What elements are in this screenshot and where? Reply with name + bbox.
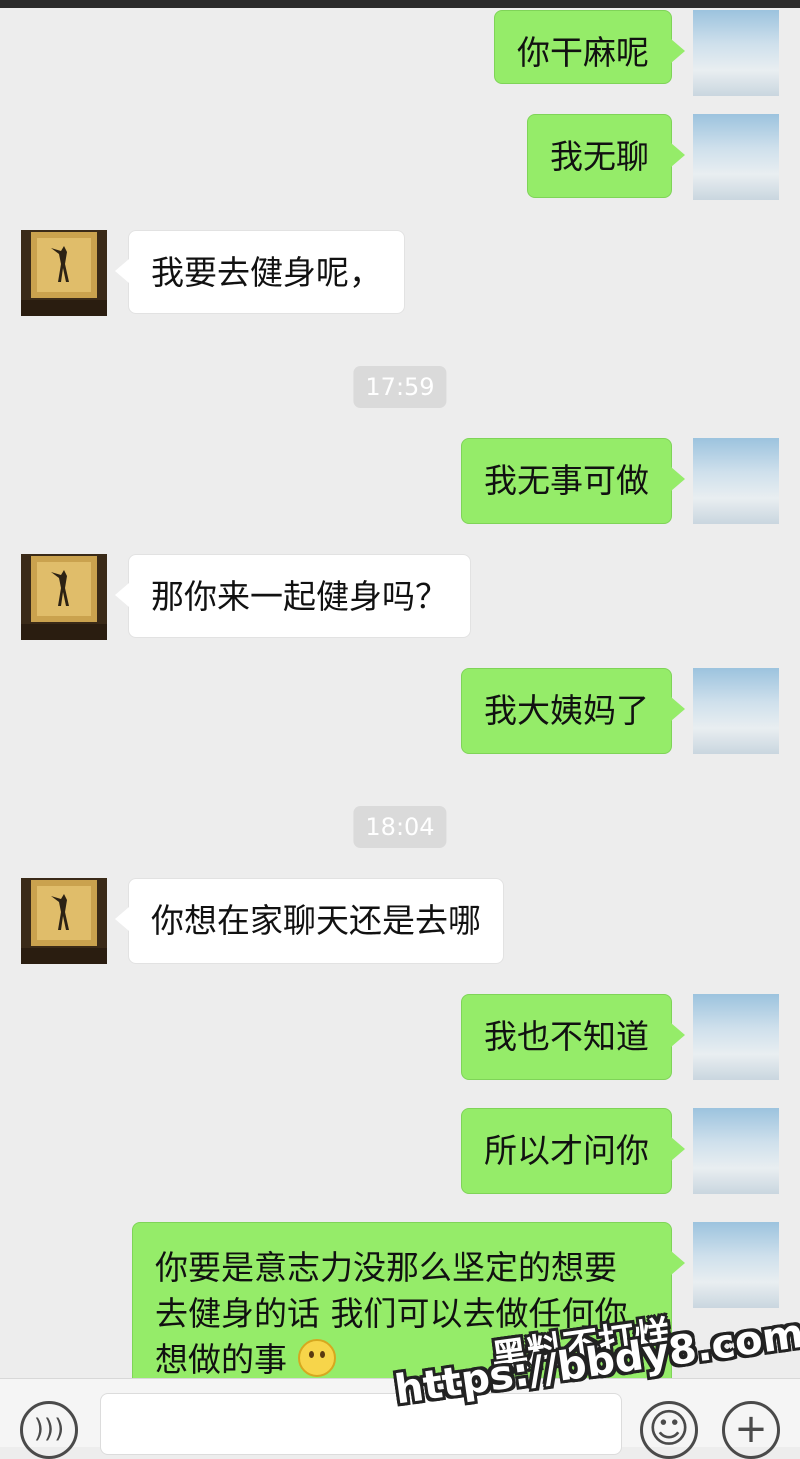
my-avatar[interactable] [693, 1108, 779, 1194]
my-message-bubble[interactable]: 我大姨妈了 [461, 668, 685, 754]
my-avatar[interactable] [693, 1222, 779, 1308]
plus-icon[interactable]: + [722, 1401, 780, 1459]
my-avatar[interactable] [693, 10, 779, 96]
contact-message-bubble[interactable]: 那你来一起健身吗？ [115, 554, 471, 638]
chat-area[interactable]: 你干麻呢 我无聊 我要去健身呢， 17:59 我无事可做 那你来一起健身吗？ 我… [0, 0, 800, 1378]
my-avatar[interactable] [693, 994, 779, 1080]
my-message-bubble[interactable]: 我无事可做 [461, 438, 685, 524]
my-message-bubble[interactable]: 所以才问你 [461, 1108, 685, 1194]
timestamp: 18:04 [353, 806, 447, 848]
contact-avatar[interactable] [21, 554, 107, 640]
contact-message-bubble[interactable]: 你想在家聊天还是去哪 [115, 878, 504, 964]
my-avatar[interactable] [693, 114, 779, 200]
my-message-bubble[interactable]: 我也不知道 [461, 994, 685, 1080]
message-text-line: 你要是意志力没那么坚定的想要 [155, 1248, 617, 1287]
my-message-bubble[interactable]: 我无聊 [527, 114, 685, 198]
contact-message-bubble[interactable]: 我要去健身呢， [115, 230, 405, 314]
emoji-icon[interactable]: ☺ [640, 1401, 698, 1459]
contact-avatar[interactable] [21, 878, 107, 964]
smile-emoji-icon [297, 1339, 336, 1377]
message-text: 想做的事 [155, 1340, 287, 1378]
my-avatar[interactable] [693, 668, 779, 754]
my-avatar[interactable] [693, 438, 779, 524]
my-message-bubble[interactable]: 你干麻呢 [494, 10, 685, 84]
voice-icon[interactable]: ))) [20, 1401, 78, 1459]
timestamp: 17:59 [353, 366, 447, 408]
contact-avatar[interactable] [21, 230, 107, 316]
